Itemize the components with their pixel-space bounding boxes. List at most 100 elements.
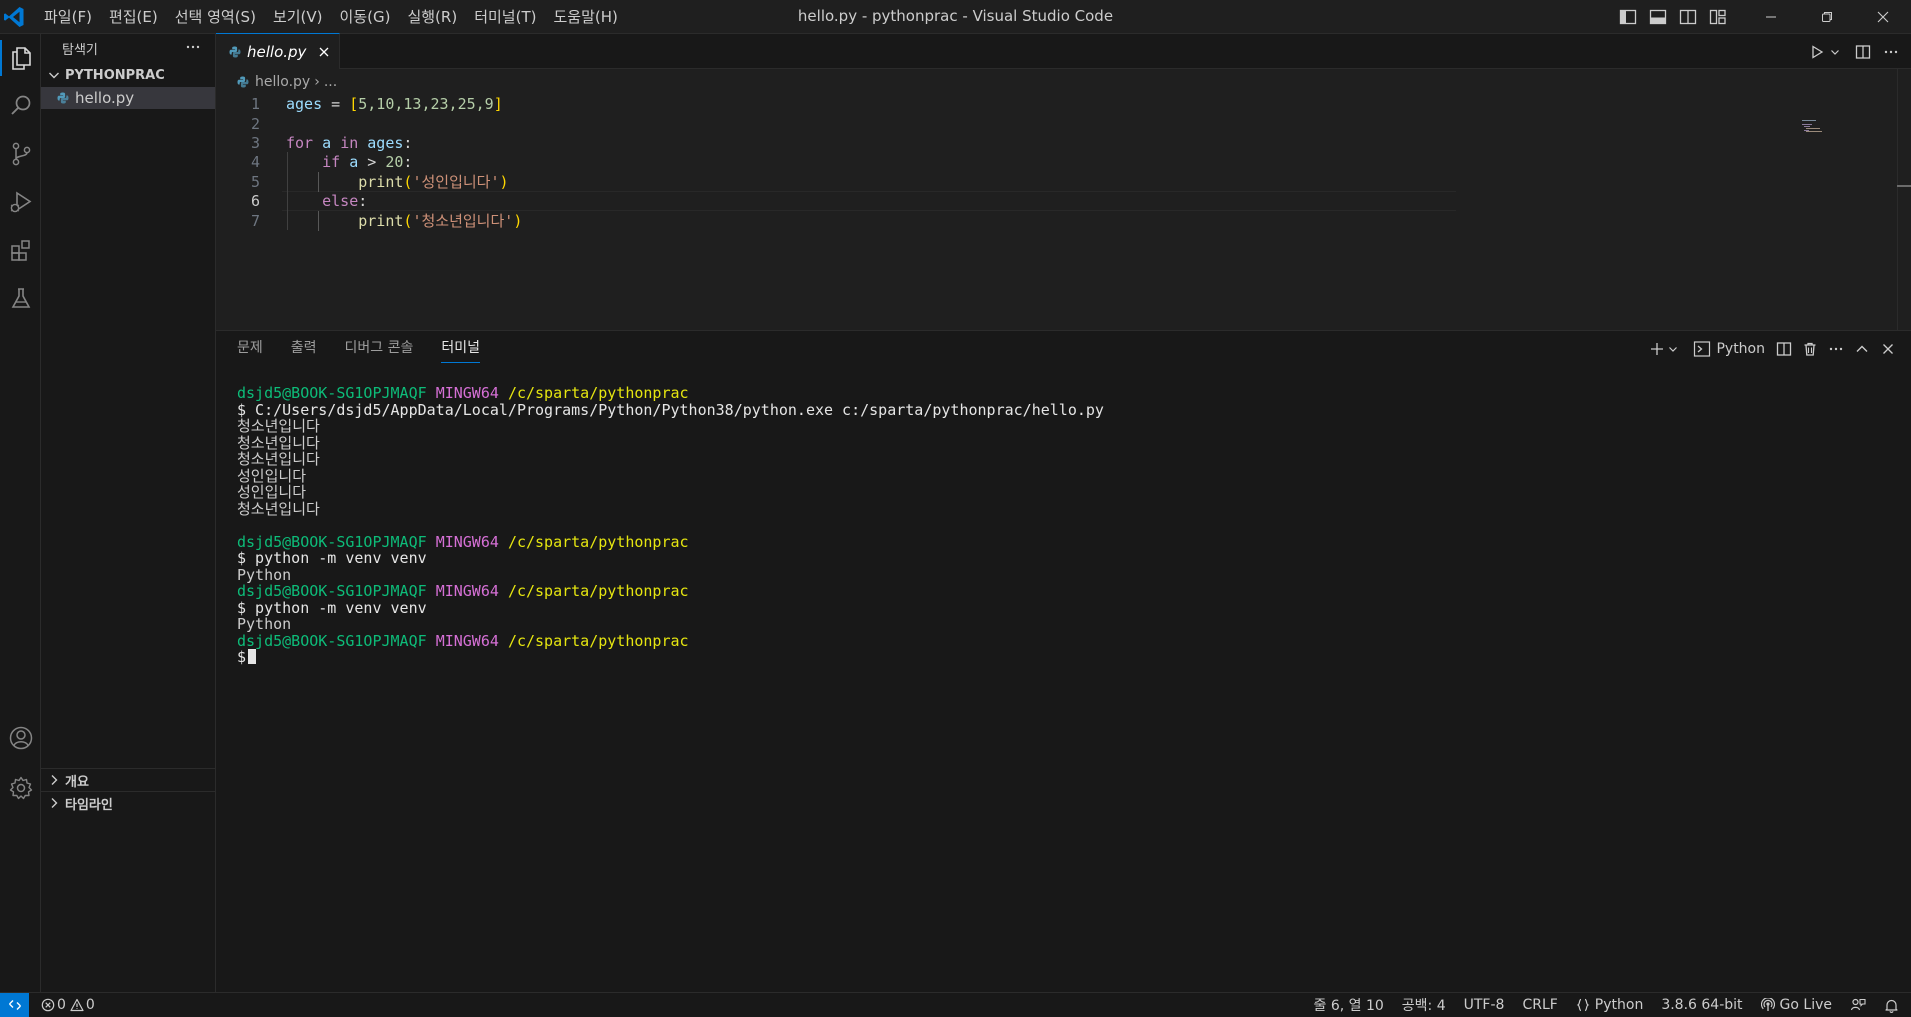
code-line-1: 1 ages = [5,10,13,23,25,9] [216,94,1456,114]
notifications-button[interactable] [1875,993,1911,1017]
terminal-prompt-line: dsjd5@BOOK-SG1OPJMAQF MINGW64 /c/sparta/… [237,384,689,402]
menu-help[interactable]: 도움말(H) [545,0,626,34]
chevron-right-icon [51,775,58,785]
minimap-preview [1802,120,1822,132]
breadcrumb-symbols[interactable]: ... [324,74,337,90]
panel-actions: Python [1647,331,1901,366]
terminal-output[interactable]: dsjd5@BOOK-SG1OPJMAQF MINGW64 /c/sparta/… [237,385,1104,666]
menu-view[interactable]: 보기(V) [265,0,332,34]
code-editor[interactable]: 1 ages = [5,10,13,23,25,9] 2 3 for a in … [216,94,1911,330]
editor-scrollbar[interactable] [1897,69,1911,330]
run-options-dropdown[interactable] [1829,38,1847,66]
explorer-button[interactable] [0,34,41,82]
minimize-button[interactable] [1743,0,1799,34]
panel-more-actions-button[interactable] [1823,335,1849,363]
split-editor-icon [1855,44,1871,59]
menu-selection[interactable]: 선택 영역(S) [167,0,265,34]
timeline-section-header[interactable]: 타임라인 [41,791,215,814]
tab-debug-console[interactable]: 디버그 콘솔 [345,331,414,366]
tab-terminal[interactable]: 터미널 [441,331,480,366]
restore-button[interactable] [1799,0,1855,34]
close-panel-button[interactable] [1875,335,1901,363]
toggle-primary-sidebar-button[interactable] [1613,0,1643,34]
search-button[interactable] [0,82,41,130]
extensions-button[interactable] [0,226,41,274]
line-number: 4 [250,153,260,171]
accounts-button[interactable] [0,714,41,762]
editor-tab-bar: hello.py [216,33,1911,69]
folder-name: PYTHONPRAC [65,67,165,83]
toggle-panel-button[interactable] [1643,0,1673,34]
tab-output[interactable]: 출력 [291,331,317,366]
error-count: 0 [57,997,66,1013]
file-item-hello-py[interactable]: hello.py [41,87,215,109]
split-editor-button[interactable] [1847,38,1879,66]
chevron-down-icon [49,72,59,79]
run-debug-icon [10,191,31,213]
chevron-down-icon [1669,346,1678,352]
manage-button[interactable] [0,764,41,812]
files-icon [11,47,31,70]
close-icon [1883,343,1893,354]
language-mode[interactable]: Python [1567,993,1653,1017]
tab-hello-py[interactable]: hello.py [216,33,340,69]
new-terminal-button[interactable] [1647,335,1667,363]
feedback-button[interactable] [1841,993,1875,1017]
toggle-secondary-sidebar-button[interactable] [1673,0,1703,34]
terminal-line: 성인입니다 [237,466,307,485]
code-line-5: 5 print('성인입니다') [216,172,1456,192]
more-actions-button[interactable] [185,39,201,55]
tab-close-button[interactable] [315,43,333,61]
language-label: Python [1594,997,1644,1013]
end-of-line[interactable]: CRLF [1513,993,1566,1017]
ellipsis-icon [1829,347,1843,350]
warning-icon [70,998,84,1012]
testing-button[interactable] [0,274,41,322]
menu-run[interactable]: 실행(R) [399,0,466,34]
go-live-label: Go Live [1779,997,1832,1013]
feedback-icon [1850,998,1866,1011]
menu-terminal[interactable]: 터미널(T) [466,0,545,34]
python-file-icon [237,76,249,87]
editor-actions [1805,34,1903,69]
go-live-button[interactable]: Go Live [1752,993,1841,1017]
encoding[interactable]: UTF-8 [1455,993,1514,1017]
run-and-debug-button[interactable] [0,178,41,226]
line-number: 2 [250,115,260,133]
terminal-input-line[interactable]: $ [237,649,1104,666]
customize-layout-button[interactable] [1703,0,1733,34]
folder-section-header[interactable]: PYTHONPRAC [41,64,215,86]
tab-problems[interactable]: 문제 [237,331,263,366]
terminal-profile[interactable]: Python [1687,340,1771,358]
line-number: 3 [250,134,260,152]
python-interpreter[interactable]: 3.8.6 64-bit [1652,993,1751,1017]
run-python-file-button[interactable] [1805,38,1829,66]
close-window-button[interactable] [1855,0,1911,34]
breadcrumb-file[interactable]: hello.py [255,74,310,90]
timeline-label: 타임라인 [65,797,113,813]
extensions-icon [10,240,30,261]
warning-count: 0 [85,997,95,1013]
split-terminal-button[interactable] [1771,335,1797,363]
problems-indicator[interactable]: 0 0 [41,993,99,1017]
cursor-position[interactable]: 줄 6, 열 10 [1304,993,1392,1017]
terminal-line: Python [237,615,292,633]
editor-group: hello.py hello.py › ... 1 ages = [5,10,1… [216,33,1911,330]
split-terminal-icon [1776,341,1792,356]
launch-profile-dropdown[interactable] [1667,335,1687,363]
beaker-icon [11,288,30,308]
menu-go[interactable]: 이동(G) [332,0,400,34]
remote-indicator-button[interactable] [0,993,29,1017]
cursor-position-marker [1897,185,1911,187]
maximize-panel-button[interactable] [1849,335,1875,363]
editor-more-actions-button[interactable] [1879,38,1903,66]
menu-edit[interactable]: 편집(E) [101,0,167,34]
minimap[interactable] [1802,120,1828,132]
outline-section-header[interactable]: 개요 [41,768,215,791]
title-bar: 파일(F) 편집(E) 선택 영역(S) 보기(V) 이동(G) 실행(R) 터… [0,0,1911,34]
vscode-logo-icon [2,5,26,29]
menu-file[interactable]: 파일(F) [36,0,101,34]
kill-terminal-button[interactable] [1797,335,1823,363]
indentation[interactable]: 공백: 4 [1393,993,1455,1017]
source-control-button[interactable] [0,130,41,178]
